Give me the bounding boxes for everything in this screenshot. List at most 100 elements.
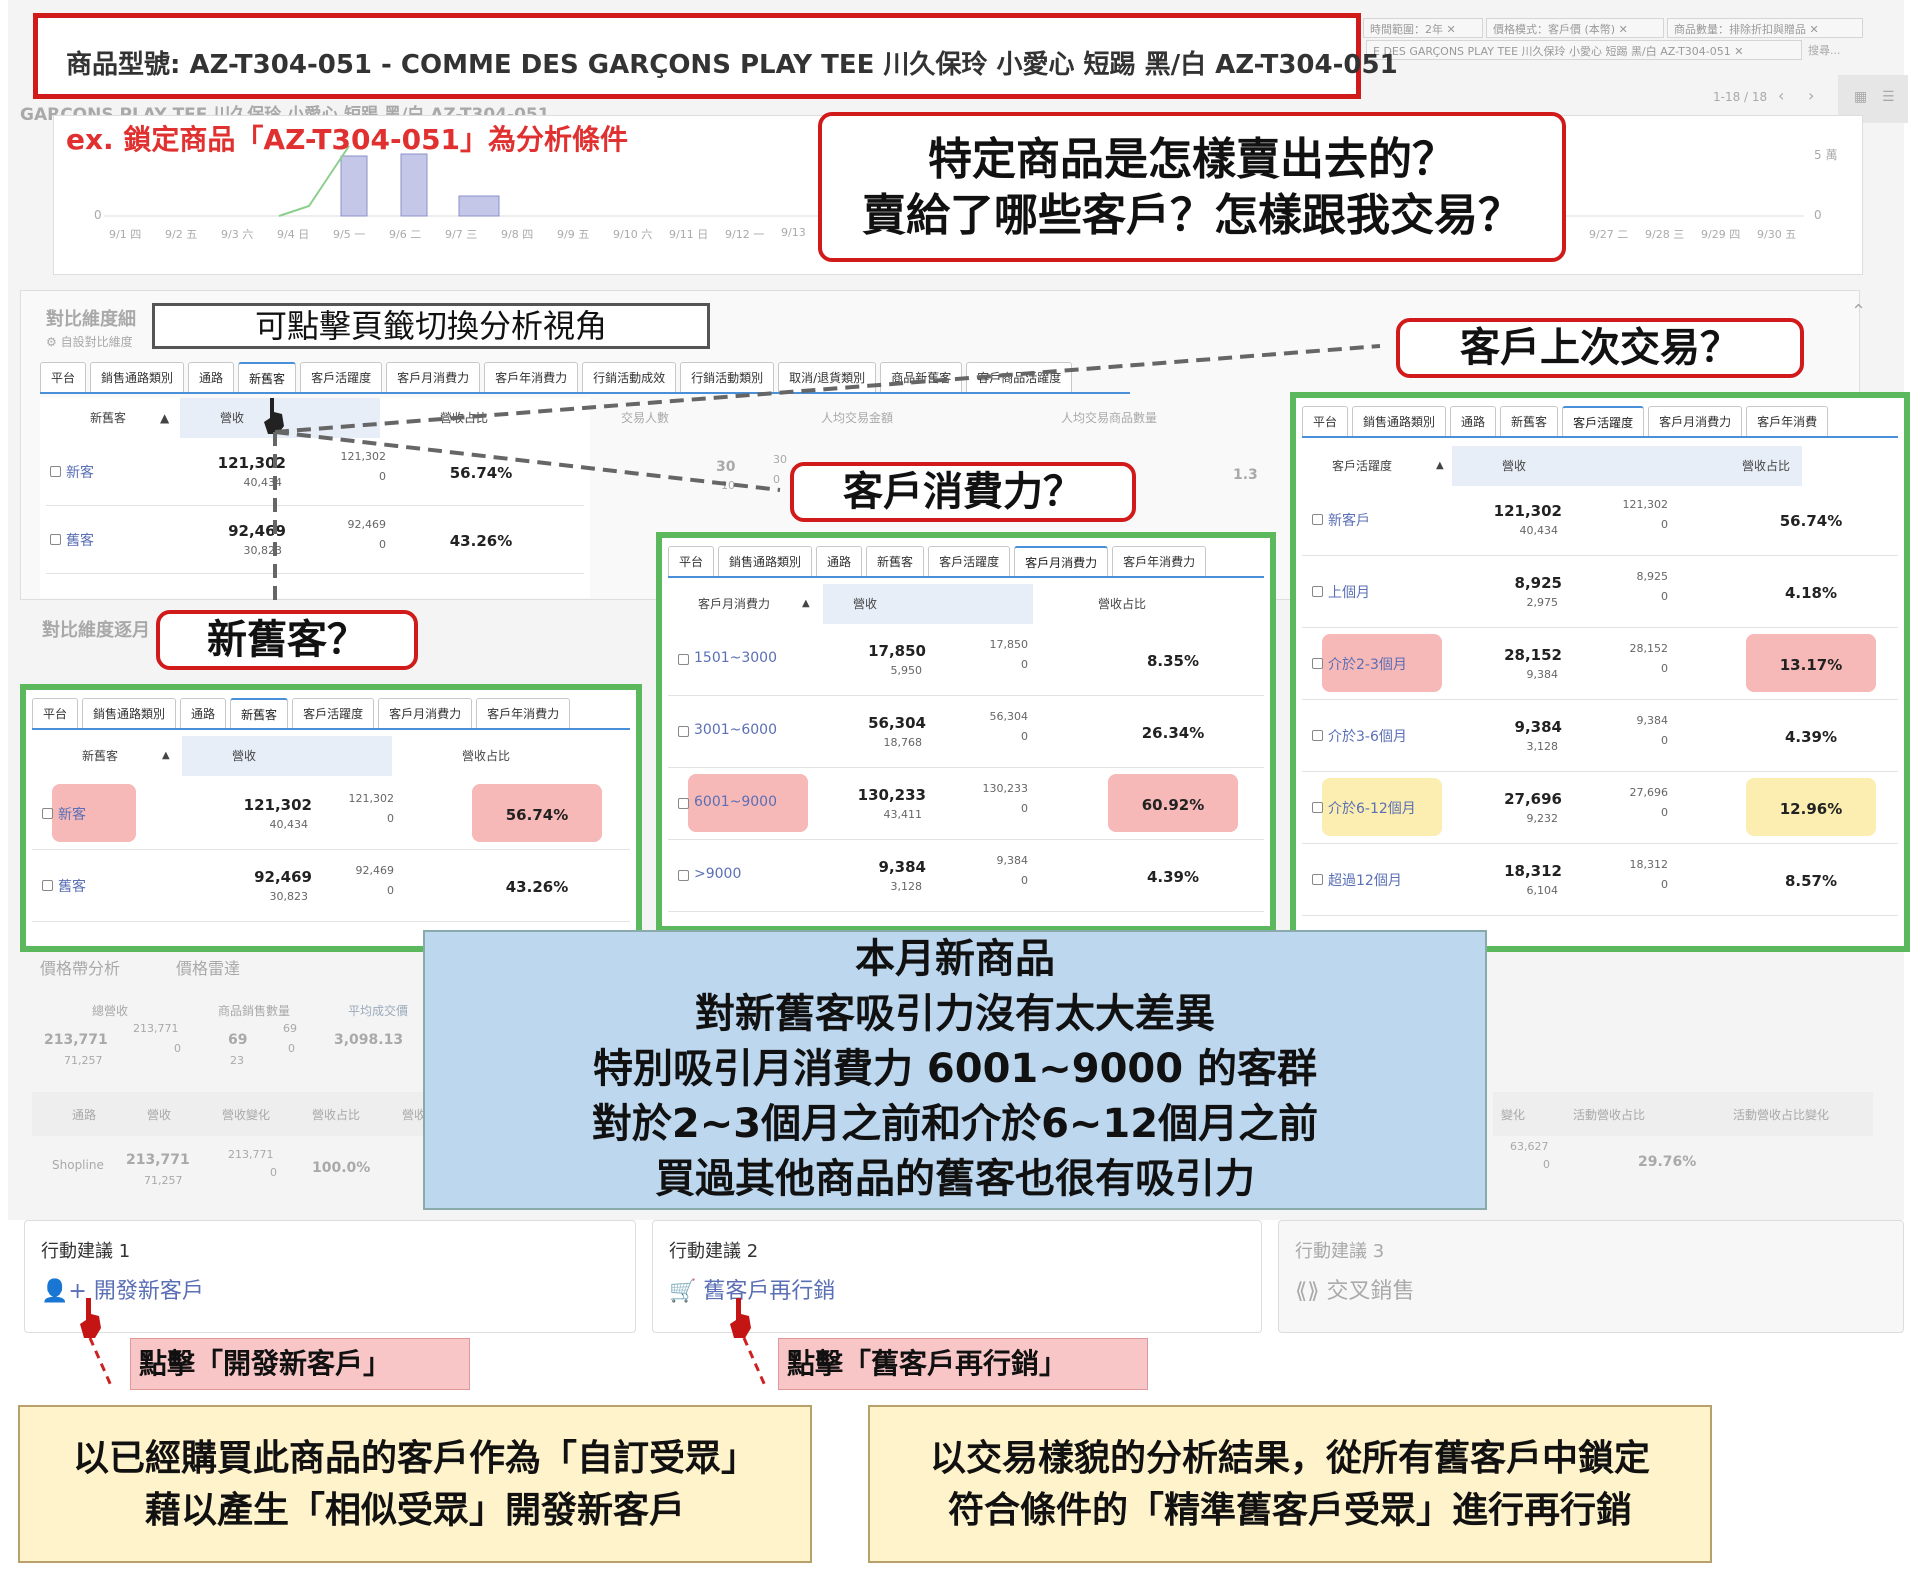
explanation-line: 以交易樣貌的分析結果，從所有舊客戶中鎖定 xyxy=(929,1438,1650,1479)
row-share: 8.57% xyxy=(1784,872,1838,890)
row-checkbox[interactable] xyxy=(678,654,689,665)
tab-3[interactable]: 新舊客 xyxy=(866,546,925,576)
row-checkbox[interactable] xyxy=(1312,874,1323,885)
table-row: 新客 121,302 40,434 121,302 0 56.74% xyxy=(32,778,630,850)
row-checkbox[interactable] xyxy=(678,870,689,881)
tab-0[interactable]: 平台 xyxy=(668,546,715,576)
tab-6[interactable]: 客戶年消費 xyxy=(1746,406,1829,436)
cart-icon: 🛒 xyxy=(669,1279,697,1304)
row-label[interactable]: 1501~3000 xyxy=(694,650,777,666)
tab-4[interactable]: 客戶活躍度 xyxy=(292,698,375,728)
row-label[interactable]: 上個月 xyxy=(1328,582,1370,602)
tab-1[interactable]: 銷售通路類別 xyxy=(82,698,177,728)
row-share: 4.39% xyxy=(1784,728,1838,746)
tab-6[interactable]: 客戶年消費力 xyxy=(1112,546,1207,576)
tab-5[interactable]: 客戶月消費力 xyxy=(378,698,473,728)
tab-0[interactable]: 平台 xyxy=(1302,406,1349,436)
th-dimension[interactable]: 客戶活躍度 xyxy=(1332,446,1392,486)
table-header: 客戶活躍度 ▲ 營收 營收占比 xyxy=(1302,446,1898,486)
row-checkbox[interactable] xyxy=(678,798,689,809)
connector-line xyxy=(274,344,1381,434)
table-row: 上個月 8,925 2,975 8,925 0 4.18% xyxy=(1302,556,1898,628)
row-label[interactable]: >9000 xyxy=(694,866,741,882)
row-checkbox[interactable] xyxy=(42,880,53,891)
row-revenue-sub: 6,104 xyxy=(1526,884,1559,897)
tab-2[interactable]: 通路 xyxy=(180,698,227,728)
develop-new-customer-button[interactable]: 👤+ 開發新客戶 xyxy=(41,1273,204,1305)
row-change: 56,304 xyxy=(989,710,1029,723)
row-revenue: 56,304 xyxy=(868,714,926,732)
row-checkbox[interactable] xyxy=(1312,514,1323,525)
row-change: 92,469 xyxy=(355,864,395,877)
sort-asc-icon[interactable]: ▲ xyxy=(162,736,170,776)
sort-asc-icon[interactable]: ▲ xyxy=(1436,446,1444,486)
row-change: 130,233 xyxy=(982,782,1029,795)
table-row: >9000 9,384 3,128 9,384 0 4.39% xyxy=(668,840,1264,912)
row-change-sub: 0 xyxy=(387,812,394,825)
row-change: 8,925 xyxy=(1636,570,1669,583)
th-dimension[interactable]: 客戶月消費力 xyxy=(698,584,770,624)
row-label[interactable]: 新客戶 xyxy=(1328,510,1370,530)
cross-sell-button[interactable]: ⟪⟫ 交叉銷售 xyxy=(1295,1273,1415,1305)
row-label[interactable]: 6001~9000 xyxy=(694,794,777,810)
tab-3[interactable]: 新舊客 xyxy=(1500,406,1559,436)
row-label[interactable]: 新客 xyxy=(58,804,86,824)
row-revenue: 9,384 xyxy=(878,858,926,876)
row-label[interactable]: 舊客 xyxy=(58,876,86,896)
row-label[interactable]: 介於3-6個月 xyxy=(1328,726,1407,746)
tab-4[interactable]: 客戶活躍度 xyxy=(928,546,1011,576)
row-revenue: 27,696 xyxy=(1504,790,1562,808)
row-checkbox[interactable] xyxy=(42,808,53,819)
th-revenue[interactable]: 營收 xyxy=(182,736,392,776)
tab-1[interactable]: 銷售通路類別 xyxy=(1352,406,1447,436)
action-title: 行動建議 1 xyxy=(41,1241,131,1262)
th-revenue-share[interactable]: 營收占比 xyxy=(1098,584,1146,624)
th-revenue[interactable]: 營收 xyxy=(823,584,1033,624)
tab-6[interactable]: 客戶年消費力 xyxy=(476,698,571,728)
sort-asc-icon[interactable]: ▲ xyxy=(802,584,810,624)
row-checkbox[interactable] xyxy=(1312,730,1323,741)
row-label[interactable]: 介於2-3個月 xyxy=(1328,654,1407,674)
row-checkbox[interactable] xyxy=(1312,658,1323,669)
spending-callout: 客戶消費力？ xyxy=(790,462,1136,522)
tab-5[interactable]: 客戶月消費力 xyxy=(1014,546,1109,576)
row-label[interactable]: 超過12個月 xyxy=(1328,870,1402,890)
row-checkbox[interactable] xyxy=(1312,802,1323,813)
row-change-sub: 0 xyxy=(1661,878,1668,891)
click-note-1: 點擊「開發新客戶」 xyxy=(130,1338,470,1390)
row-change-sub: 0 xyxy=(1021,730,1028,743)
row-revenue: 121,302 xyxy=(1493,502,1562,520)
panel-activity: 平台 銷售通路類別 通路 新舊客 客戶活躍度 客戶月消費力 客戶年消費 客戶活躍度 ▲ 營收… xyxy=(1290,392,1910,952)
tab-3[interactable]: 新舊客 xyxy=(230,698,289,728)
tab-5[interactable]: 客戶月消費力 xyxy=(1648,406,1743,436)
tab-4[interactable]: 客戶活躍度 xyxy=(1562,406,1645,436)
connector-line xyxy=(742,1337,768,1389)
hand-cursor-icon xyxy=(80,1298,101,1338)
summary-box: 本月新商品 對新舊客吸引力沒有太大差異 特別吸引月消費力 6001~9000 的… xyxy=(423,930,1487,1210)
row-checkbox[interactable] xyxy=(1312,586,1323,597)
row-share: 12.96% xyxy=(1779,800,1843,818)
row-revenue-sub: 3,128 xyxy=(890,880,923,893)
row-change-sub: 0 xyxy=(1661,518,1668,531)
tab-1[interactable]: 銷售通路類別 xyxy=(718,546,813,576)
row-change: 9,384 xyxy=(1636,714,1669,727)
row-label[interactable]: 介於6-12個月 xyxy=(1328,798,1416,818)
summary-line: 對於2~3個月之前和介於6~12個月之前 xyxy=(591,1101,1319,1147)
row-share: 56.74% xyxy=(505,806,569,824)
th-revenue-share[interactable]: 營收占比 xyxy=(462,736,510,776)
connector-line xyxy=(274,430,781,492)
click-note-2: 點擊「舊客戶再行銷」 xyxy=(778,1338,1148,1390)
row-share: 4.18% xyxy=(1784,584,1838,602)
th-revenue-share[interactable]: 營收占比 xyxy=(1742,446,1790,486)
action-label: 開發新客戶 xyxy=(93,1279,204,1304)
row-change: 28,152 xyxy=(1629,642,1669,655)
th-dimension[interactable]: 新舊客 xyxy=(82,736,118,776)
row-share: 56.74% xyxy=(1779,512,1843,530)
row-label[interactable]: 3001~6000 xyxy=(694,722,777,738)
row-checkbox[interactable] xyxy=(678,726,689,737)
tab-0[interactable]: 平台 xyxy=(32,698,79,728)
tab-2[interactable]: 通路 xyxy=(816,546,863,576)
row-share: 43.26% xyxy=(505,878,569,896)
tab-2[interactable]: 通路 xyxy=(1450,406,1497,436)
summary-line: 買過其他商品的舊客也很有吸引力 xyxy=(655,1156,1255,1202)
